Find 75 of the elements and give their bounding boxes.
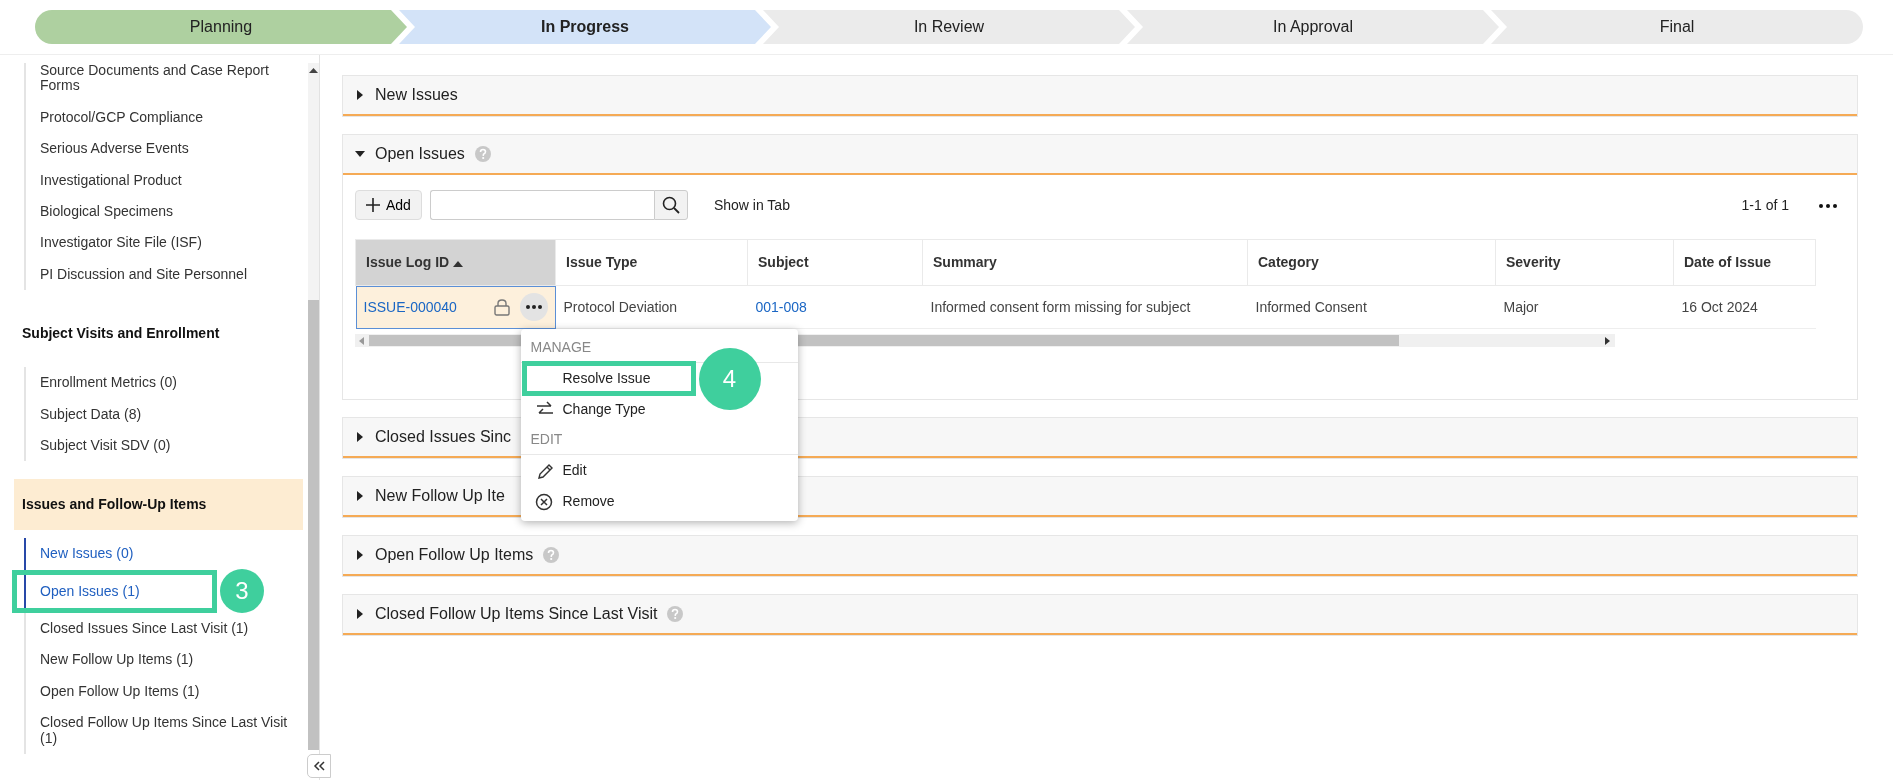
panel-header[interactable]: Closed Follow Up Items Since Last Visit [343,595,1857,635]
progress-step[interactable]: In Approval [1127,10,1499,44]
caret-down-icon [355,149,365,159]
search-field[interactable] [429,190,654,220]
pagination-count: 1-1 of 1 [1741,195,1789,215]
more-icon [525,305,542,309]
panel-title: New Issues [375,85,458,105]
table-cell: Informed consent form missing for subject [922,285,1248,329]
panel-title: Closed Issues Sinc [375,427,512,447]
nav-link[interactable]: Investigational Product [24,164,182,196]
callout-number: 3 [220,569,264,614]
sort-up-icon [453,259,464,267]
double-chevron-icon [313,761,325,771]
column-header[interactable]: Issue Type [555,239,748,286]
nav-link[interactable]: Protocol/GCP Compliance [24,101,204,134]
nav-link[interactable]: Biological Specimens [24,195,174,228]
section-heading[interactable]: Issues and Follow-Up Items [14,479,303,531]
progress-step[interactable]: In Review [763,10,1135,44]
search-icon [661,196,680,214]
column-header[interactable]: Summary [922,239,1248,286]
nav-link[interactable]: Open Follow Up Items (1) [24,675,200,708]
caret-right-icon [355,90,365,100]
row-actions-button[interactable] [519,293,548,321]
column-header[interactable]: Category [1247,239,1496,286]
menu-item[interactable]: Remove [520,486,798,517]
nav-link[interactable]: Serious Adverse Events [24,133,189,165]
nav-link[interactable]: Investigator Site File (ISF) [24,227,202,259]
column-header[interactable]: Subject [747,239,923,286]
scroll-left-icon [358,336,364,345]
table-cell: 16 Oct 2024 [1673,285,1816,329]
section-heading[interactable]: Subject Visits and Enrollment [14,308,303,360]
nav-link[interactable]: Subject Data (8) [24,398,142,430]
nav-link[interactable]: New Follow Up Items (1) [24,644,194,676]
progress-step[interactable]: Planning [35,10,407,44]
collapse-button[interactable] [307,754,331,778]
callout-number: 4 [698,347,761,410]
menu-item[interactable]: Resolve Issue [523,363,694,394]
nav-link[interactable]: PI Discussion and Site Personnel [24,258,247,291]
nav-link[interactable]: Enrollment Metrics (0) [24,367,177,399]
panel-header[interactable]: New Issues [343,76,1857,116]
show-in-tab-link[interactable]: Show in Tab [713,194,790,216]
search-button[interactable] [653,190,688,220]
lock-icon [493,298,510,316]
nav-link[interactable]: Open Issues (1) [12,569,217,614]
table-cell: Informed Consent [1247,285,1496,329]
nav-link[interactable]: New Issues (0) [24,538,134,570]
column-header[interactable]: Issue Log ID [355,239,556,286]
scroll-right-icon [1605,336,1611,345]
table-cell: Major [1495,285,1674,329]
panel-title: Open Follow Up Items [375,545,534,565]
panel-title: New Follow Up Ite [375,486,505,506]
progress-step[interactable]: Final [1491,10,1863,44]
scrollbar-thumb[interactable] [308,300,319,750]
nav-link[interactable]: Closed Follow Up Items Since Last Visit (1) [24,707,303,755]
progress-step[interactable]: In Progress [399,10,771,44]
subject-link[interactable]: 001-008 [755,298,807,315]
caret-right-icon [355,609,365,619]
panel-title: Open Issues [375,144,465,164]
x-circle-icon [534,492,555,511]
panel-header[interactable]: Open Follow Up Items [343,536,1857,576]
nav-link[interactable]: Source Documents and Case Report Forms [24,63,303,102]
panel-title: Closed Follow Up Items Since Last Visit [375,604,658,624]
caret-right-icon [355,550,365,560]
nav-link[interactable]: Subject Visit SDV (0) [24,429,171,462]
table-cell: Protocol Deviation [555,285,748,329]
caret-right-icon [355,432,365,442]
column-header[interactable]: Severity [1495,239,1674,286]
plus-icon [366,198,380,212]
caret-right-icon [355,491,365,501]
add-button[interactable]: Add [355,190,422,220]
column-header[interactable]: Date of Issue [1673,239,1816,286]
nav-link[interactable]: Closed Issues Since Last Visit (1) [24,613,249,645]
panel-header[interactable]: Open Issues [343,135,1857,175]
more-icon [1819,203,1837,208]
scroll-up-icon [309,67,318,73]
